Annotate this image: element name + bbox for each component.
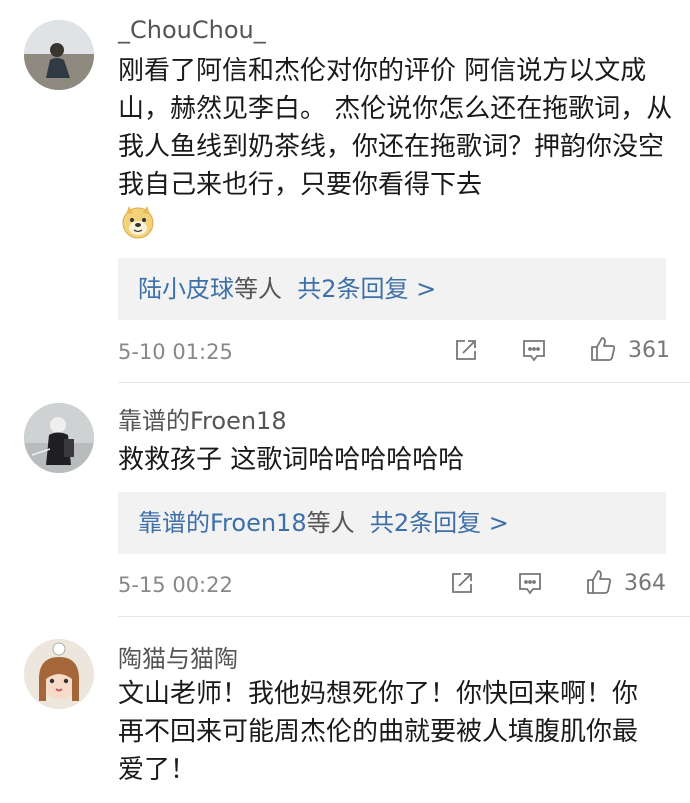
doge-emoji xyxy=(120,204,156,240)
comment-text: 文山老师！我他妈想死你了！你快回来啊！你再不回来可能周杰伦的曲就要被人填腹肌你最… xyxy=(118,679,639,785)
comment-item: 陶猫与猫陶 文山老师！我他妈想死你了！你快回来啊！你再不回来可能周杰伦的曲就要被… xyxy=(0,617,690,803)
reply-suffix: 等人 xyxy=(306,509,355,537)
avatar[interactable] xyxy=(24,20,94,90)
comment-icon[interactable] xyxy=(520,336,548,369)
thumb-up-icon[interactable] xyxy=(588,334,618,369)
like-count: 364 xyxy=(624,571,666,596)
comment-text: 刚看了阿信和杰伦对你的评价 阿信说方以文成山，赫然见李白。 杰伦说你怎么还在拖歌… xyxy=(118,56,673,200)
share-icon[interactable] xyxy=(452,336,480,369)
reply-count-link[interactable]: 共2条回复 > xyxy=(370,492,509,554)
thumb-up-icon[interactable] xyxy=(584,567,614,602)
share-icon[interactable] xyxy=(448,569,476,602)
reply-summary[interactable]: 陆小皮球等人 共2条回复 > xyxy=(118,258,666,320)
username[interactable]: 靠谱的Froen18 xyxy=(118,401,287,436)
comment-text: 救救孩子 这歌词哈哈哈哈哈哈 xyxy=(118,445,465,475)
avatar[interactable] xyxy=(24,403,94,473)
comment-icon[interactable] xyxy=(516,569,544,602)
timestamp: 5-10 01:25 xyxy=(118,340,233,364)
username[interactable]: _ChouChou_ xyxy=(118,16,266,44)
comment-item: 靠谱的Froen18 救救孩子 这歌词哈哈哈哈哈哈 靠谱的Froen18等人 共… xyxy=(0,383,690,617)
comment-meta: 5-10 01:25 361 xyxy=(118,332,678,372)
avatar[interactable] xyxy=(24,639,94,709)
timestamp: 5-15 00:22 xyxy=(118,573,233,597)
comment-item: _ChouChou_ 刚看了阿信和杰伦对你的评价 阿信说方以文成山，赫然见李白。… xyxy=(0,0,690,383)
reply-user-link[interactable]: 陆小皮球 xyxy=(138,258,234,320)
reply-count-link[interactable]: 共2条回复 > xyxy=(297,258,436,320)
reply-user-link[interactable]: 靠谱的Froen18 xyxy=(138,492,307,554)
username[interactable]: 陶猫与猫陶 xyxy=(118,639,238,674)
comment-meta: 5-15 00:22 364 xyxy=(118,565,678,605)
like-count: 361 xyxy=(628,338,670,363)
reply-summary[interactable]: 靠谱的Froen18等人 共2条回复 > xyxy=(118,492,666,554)
reply-suffix: 等人 xyxy=(234,275,282,303)
